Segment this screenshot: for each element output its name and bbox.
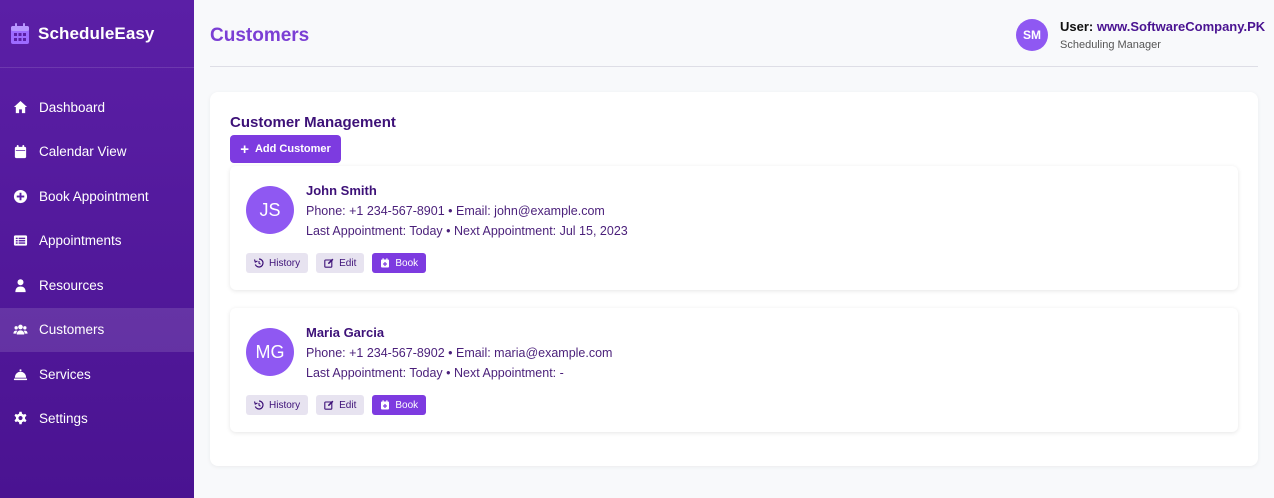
user-label: User: — [1060, 19, 1094, 34]
section-title: Customer Management — [230, 114, 396, 131]
customer-contact: Phone: +1 234-567-8901 • Email: john@exa… — [306, 204, 605, 218]
customer-appointments: Last Appointment: Today • Next Appointme… — [306, 224, 628, 238]
edit-icon — [324, 258, 334, 268]
customer-card: JS John Smith Phone: +1 234-567-8901 • E… — [230, 166, 1238, 290]
sidebar-item-label: Settings — [39, 411, 88, 427]
sidebar-item-label: Customers — [39, 322, 105, 338]
sidebar-item-label: Services — [39, 366, 91, 382]
customer-appointments: Last Appointment: Today • Next Appointme… — [306, 366, 564, 380]
user-tie-icon — [12, 277, 28, 293]
user-name: www.SoftwareCompany.PK — [1096, 19, 1266, 34]
customer-card: MG Maria Garcia Phone: +1 234-567-8902 •… — [230, 308, 1238, 432]
home-icon — [12, 99, 28, 115]
calendar-plus-icon — [380, 400, 390, 410]
edit-label: Edit — [339, 399, 357, 411]
edit-label: Edit — [339, 257, 357, 269]
calendar-icon — [12, 144, 28, 160]
add-customer-label: Add Customer — [254, 143, 331, 155]
brand[interactable]: ScheduleEasy — [0, 0, 194, 68]
customer-avatar: MG — [246, 328, 294, 376]
users-icon — [12, 322, 28, 338]
bell-concierge-icon — [12, 366, 28, 382]
book-button[interactable]: Book — [372, 253, 427, 273]
history-button[interactable]: History — [246, 395, 309, 415]
history-icon — [254, 258, 264, 268]
customer-contact: Phone: +1 234-567-8902 • Email: maria@ex… — [306, 346, 613, 360]
customer-avatar: JS — [246, 186, 294, 234]
page-title: Customers — [210, 25, 310, 46]
sidebar-item-label: Appointments — [39, 233, 122, 249]
gear-icon — [12, 411, 28, 427]
add-customer-button[interactable]: + Add Customer — [230, 135, 341, 163]
sidebar-item-services[interactable]: Services — [0, 352, 194, 397]
plus-circle-icon — [12, 188, 28, 204]
sidebar-item-resources[interactable]: Resources — [0, 263, 194, 308]
history-button[interactable]: History — [246, 253, 309, 273]
sidebar-nav: Dashboard Calendar View Book Appointment… — [0, 85, 194, 441]
sidebar-item-calendar-view[interactable]: Calendar View — [0, 130, 194, 175]
user-role: Scheduling Manager — [1060, 39, 1161, 51]
book-label: Book — [395, 257, 419, 269]
sidebar-item-label: Book Appointment — [39, 188, 149, 204]
sidebar-item-dashboard[interactable]: Dashboard — [0, 85, 194, 130]
sidebar-item-book-appointment[interactable]: Book Appointment — [0, 174, 194, 219]
edit-button[interactable]: Edit — [316, 395, 365, 415]
plus-icon: + — [240, 140, 249, 158]
sidebar-item-label: Dashboard — [39, 99, 106, 115]
user-info: User: www.SoftwareCompany.PK — [1060, 19, 1265, 34]
list-icon — [12, 233, 28, 249]
history-label: History — [269, 257, 301, 269]
sidebar-item-settings[interactable]: Settings — [0, 397, 194, 442]
history-icon — [254, 400, 264, 410]
calendar-icon — [10, 22, 30, 45]
header-divider — [210, 66, 1258, 67]
customer-management-panel: Customer Management + Add Customer JS Jo… — [210, 92, 1258, 466]
brand-name: ScheduleEasy — [38, 23, 155, 43]
sidebar: ScheduleEasy Dashboard Calendar View Boo… — [0, 0, 194, 498]
customer-name: Maria Garcia — [306, 325, 385, 340]
sidebar-item-appointments[interactable]: Appointments — [0, 219, 194, 264]
sidebar-item-label: Calendar View — [39, 144, 127, 160]
sidebar-item-customers[interactable]: Customers — [0, 307, 194, 352]
book-button[interactable]: Book — [372, 395, 427, 415]
avatar[interactable]: SM — [1016, 19, 1048, 51]
book-label: Book — [395, 399, 419, 411]
edit-icon — [324, 400, 334, 410]
history-label: History — [269, 399, 301, 411]
customer-actions: History Edit Book — [246, 395, 427, 415]
customer-name: John Smith — [306, 183, 377, 198]
sidebar-item-label: Resources — [39, 277, 104, 293]
calendar-plus-icon — [380, 258, 390, 268]
customer-actions: History Edit Book — [246, 253, 427, 273]
edit-button[interactable]: Edit — [316, 253, 365, 273]
